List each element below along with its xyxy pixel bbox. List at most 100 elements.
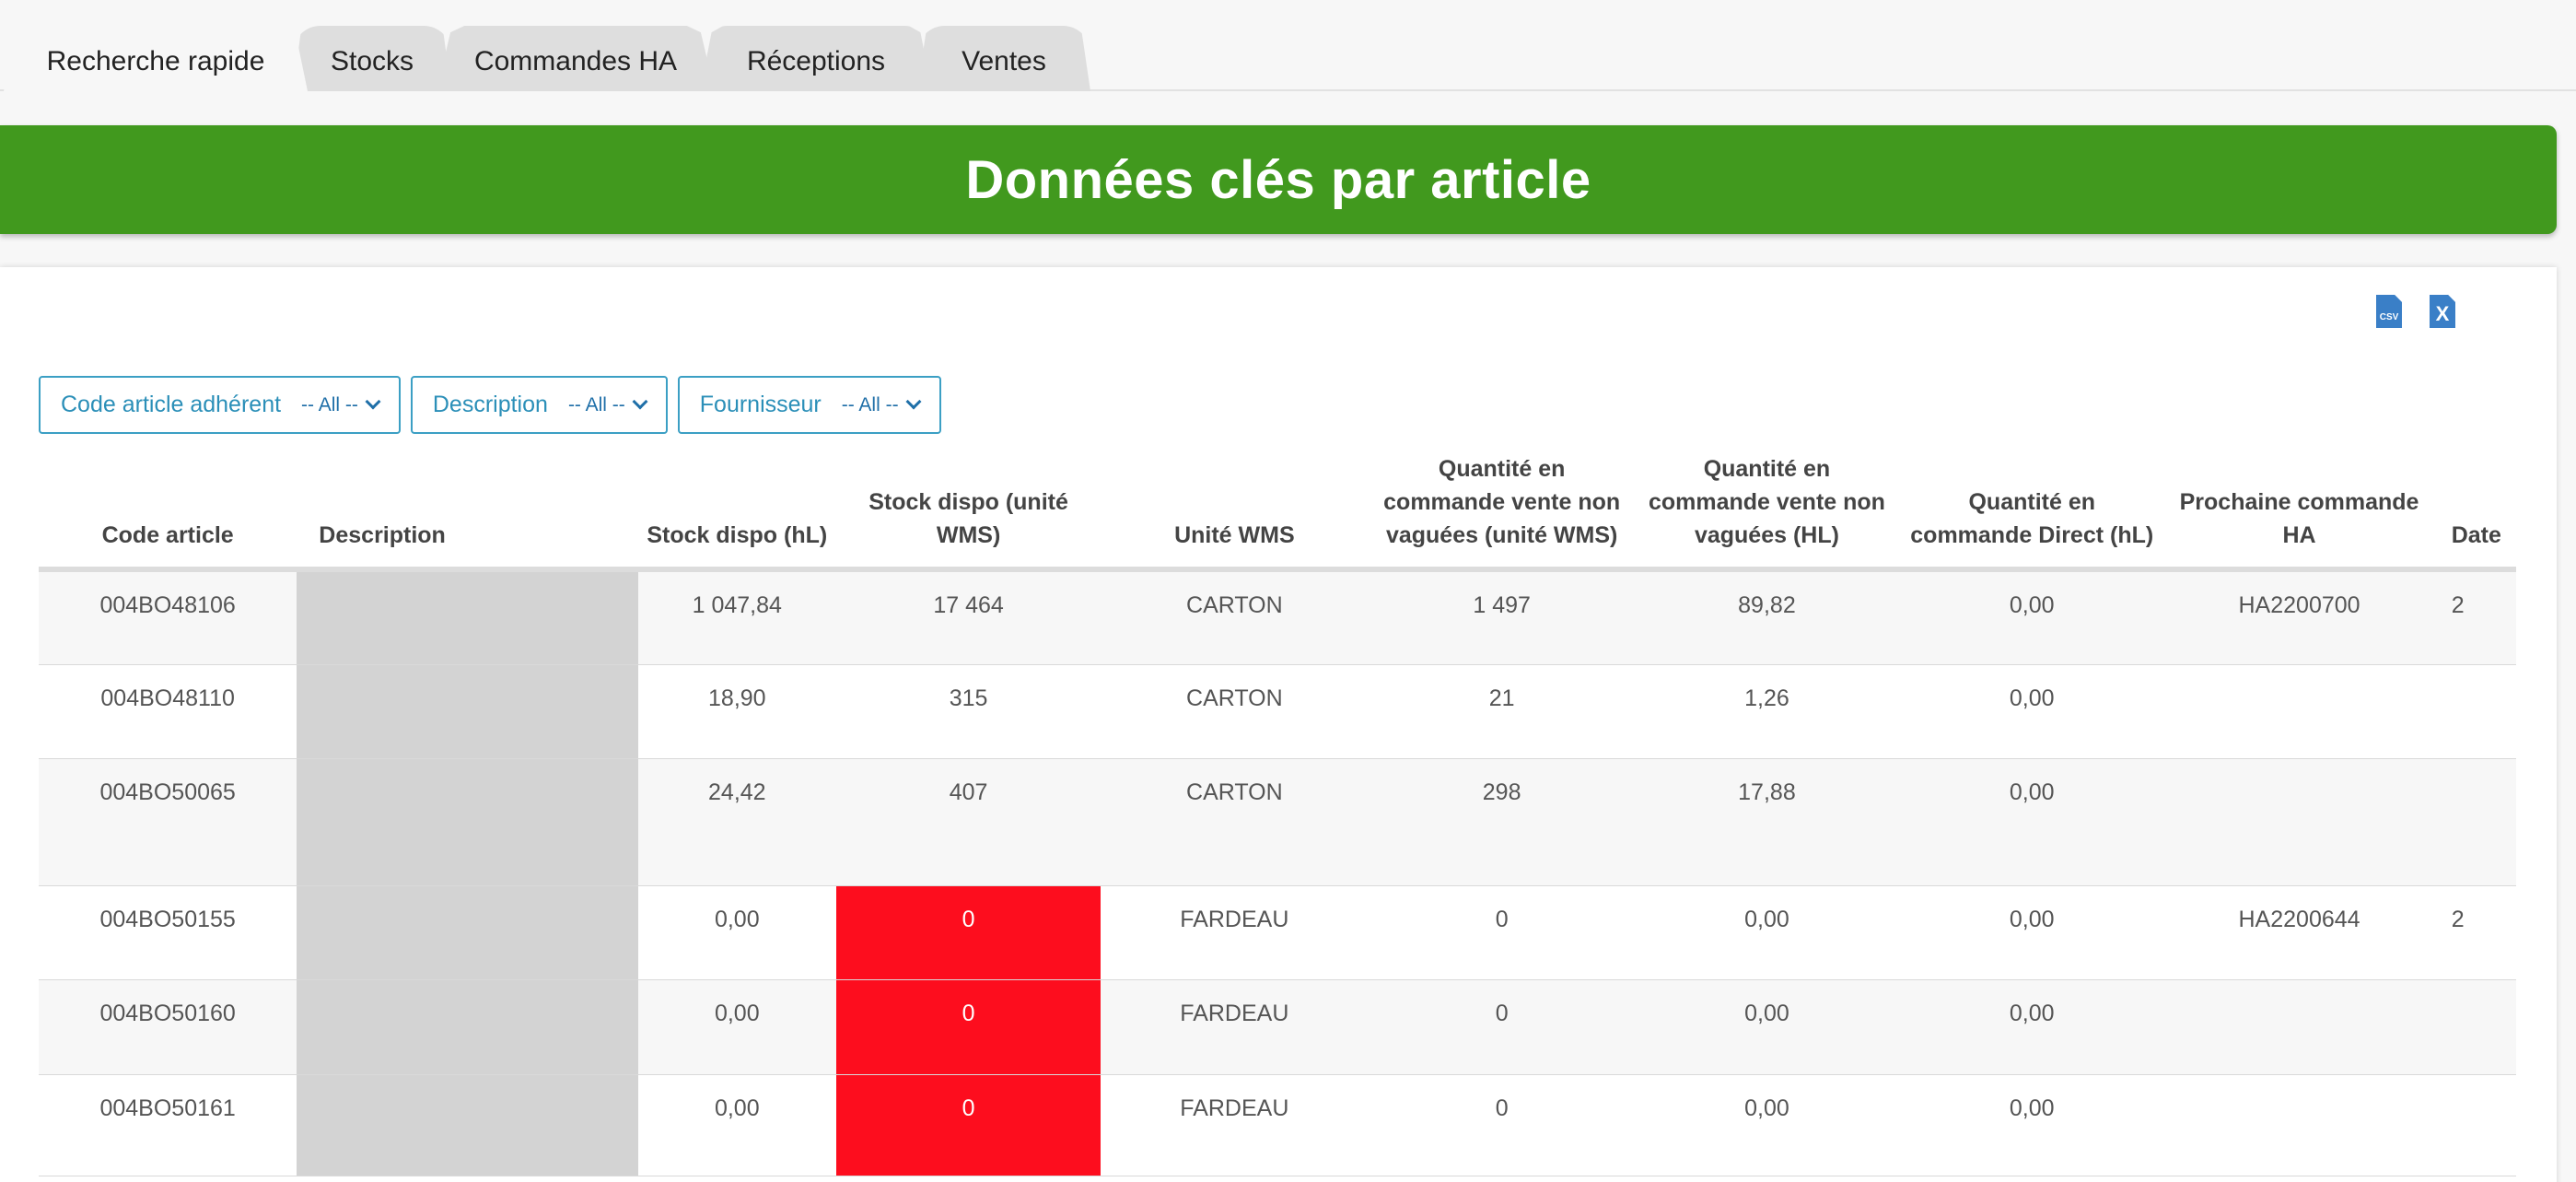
column-header[interactable]: Stock dispo (hL)	[637, 451, 836, 572]
filter-label: Fournisseur	[699, 392, 822, 417]
tab-commandes-ha[interactable]: Commandes HA	[437, 26, 715, 91]
cell-stock-wms: 315	[835, 664, 1102, 759]
tab-bar: Recherche rapide Stocks Commandes HA Réc…	[0, 0, 2576, 91]
cell-qty-hl: 0,00	[1635, 979, 1899, 1075]
cell-next-ha: HA2200644	[2165, 885, 2433, 980]
cell-qty-direct: 0,00	[1898, 569, 2166, 665]
chevron-down-icon	[632, 393, 648, 409]
column-header[interactable]: Code article	[39, 451, 297, 572]
data-table-container: Code article Description Stock dispo (hL…	[39, 451, 2516, 1182]
cell-stock-hl: 24,42	[637, 758, 836, 886]
filter-value: -- All --	[567, 393, 625, 415]
page-banner: Données clés par article	[0, 125, 2557, 234]
cell-next-ha	[2165, 664, 2433, 759]
tab-stocks[interactable]: Stocks	[293, 26, 451, 91]
cell-code: 004BO48110	[39, 664, 297, 759]
tab-label: Recherche rapide	[46, 45, 265, 76]
cell-stock-wms: 407	[835, 758, 1102, 886]
cell-stock-wms: 0	[835, 1074, 1102, 1176]
tab-label: Ventes	[962, 45, 1046, 76]
cell-date	[2432, 1074, 2516, 1176]
tab-label: Stocks	[330, 45, 414, 76]
cell-next-ha: HA2200700	[2165, 569, 2433, 665]
filter-value: -- All --	[841, 393, 899, 415]
filter-description[interactable]: Description -- All --	[410, 376, 668, 434]
cell-date: 2	[2432, 569, 2516, 665]
cell-qty-direct: 0,00	[1898, 885, 2166, 980]
cell-qty-wms: 0	[1368, 885, 1636, 980]
column-header[interactable]: Quantité en commande vente non vaguées (…	[1635, 451, 1899, 572]
column-header[interactable]: Prochaine commande HA	[2165, 451, 2433, 572]
cell-date: 2	[2432, 885, 2516, 980]
table-row[interactable]: 004BO50065 24,42 407 CARTON 298 17,88 0,00	[39, 758, 2516, 886]
column-header[interactable]: Unité WMS	[1101, 451, 1369, 572]
chevron-down-icon	[365, 393, 381, 409]
cell-next-ha	[2165, 979, 2433, 1075]
column-header[interactable]: Description	[297, 451, 638, 572]
column-header[interactable]: Quantité en commande vente non vaguées (…	[1368, 451, 1636, 572]
export-toolbar: CSV X	[2376, 295, 2455, 328]
csv-export-icon[interactable]: CSV	[2376, 295, 2402, 328]
filter-label: Code article adhérent	[61, 392, 282, 417]
tab-ventes[interactable]: Ventes	[917, 26, 1090, 91]
cell-unit: FARDEAU	[1101, 885, 1369, 980]
cell-code: 004BO50065	[39, 758, 297, 886]
cell-qty-hl: 0,00	[1635, 885, 1899, 980]
filter-value: -- All --	[301, 393, 358, 415]
filter-bar: Code article adhérent -- All -- Descript…	[39, 376, 941, 434]
excel-export-icon[interactable]: X	[2430, 295, 2455, 328]
cell-qty-wms: 0	[1368, 1074, 1636, 1176]
filter-fournisseur[interactable]: Fournisseur -- All --	[677, 376, 941, 434]
table-header-row: Code article Description Stock dispo (hL…	[39, 451, 2516, 572]
cell-description	[297, 885, 638, 980]
cell-next-ha	[2165, 1074, 2433, 1176]
cell-qty-direct: 0,00	[1898, 758, 2166, 886]
filter-code-article[interactable]: Code article adhérent -- All --	[39, 376, 401, 434]
cell-qty-hl: 89,82	[1635, 569, 1899, 665]
cell-qty-wms: 0	[1368, 979, 1636, 1075]
content-panel: CSV X Code article adhérent -- All -- De…	[0, 267, 2557, 1182]
chevron-down-icon	[905, 393, 922, 409]
cell-qty-wms: 1 497	[1368, 569, 1636, 665]
cell-stock-hl: 0,00	[637, 979, 836, 1075]
column-header[interactable]: Quantité en commande Direct (hL)	[1898, 451, 2166, 572]
cell-description	[297, 664, 638, 759]
table-row[interactable]: 004BO50161 0,00 0 FARDEAU 0 0,00 0,00	[39, 1074, 2516, 1176]
cell-description	[297, 979, 638, 1075]
cell-stock-wms: 0	[835, 885, 1102, 980]
cell-stock-hl: 18,90	[637, 664, 836, 759]
data-table: Code article Description Stock dispo (hL…	[39, 451, 2516, 1176]
cell-description	[297, 569, 638, 665]
tab-label: Commandes HA	[473, 45, 678, 76]
cell-code: 004BO48106	[39, 569, 297, 665]
table-row[interactable]: 004BO48110 18,90 315 CARTON 21 1,26 0,00	[39, 664, 2516, 759]
cell-qty-hl: 1,26	[1635, 664, 1899, 759]
tab-receptions[interactable]: Réceptions	[700, 26, 932, 91]
cell-stock-hl: 1 047,84	[637, 569, 836, 665]
table-row[interactable]: 004BO50160 0,00 0 FARDEAU 0 0,00 0,00	[39, 979, 2516, 1075]
cell-code: 004BO50161	[39, 1074, 297, 1176]
cell-qty-direct: 0,00	[1898, 664, 2166, 759]
cell-stock-wms: 0	[835, 979, 1102, 1075]
cell-code: 004BO50160	[39, 979, 297, 1075]
cell-qty-hl: 17,88	[1635, 758, 1899, 886]
cell-date	[2432, 664, 2516, 759]
cell-date	[2432, 979, 2516, 1075]
cell-unit: CARTON	[1101, 758, 1369, 886]
column-header[interactable]: Date	[2432, 451, 2516, 572]
cell-qty-wms: 298	[1368, 758, 1636, 886]
cell-date	[2432, 758, 2516, 886]
cell-qty-wms: 21	[1368, 664, 1636, 759]
cell-qty-hl: 0,00	[1635, 1074, 1899, 1176]
cell-next-ha	[2165, 758, 2433, 886]
table-row[interactable]: 004BO50155 0,00 0 FARDEAU 0 0,00 0,00 HA2200644…	[39, 885, 2516, 980]
page-title: Données clés par article	[965, 149, 1591, 210]
tab-recherche-rapide[interactable]: Recherche rapide	[4, 26, 308, 91]
tab-label: Réceptions	[746, 45, 886, 76]
cell-description	[297, 1074, 638, 1176]
table-row[interactable]: 004BO48106 1 047,84 17 464 CARTON 1 497 89,82…	[39, 569, 2516, 665]
cell-qty-direct: 0,00	[1898, 1074, 2166, 1176]
cell-description	[297, 758, 638, 886]
column-header[interactable]: Stock dispo (unité WMS)	[835, 451, 1102, 572]
cell-stock-wms: 17 464	[835, 569, 1102, 665]
